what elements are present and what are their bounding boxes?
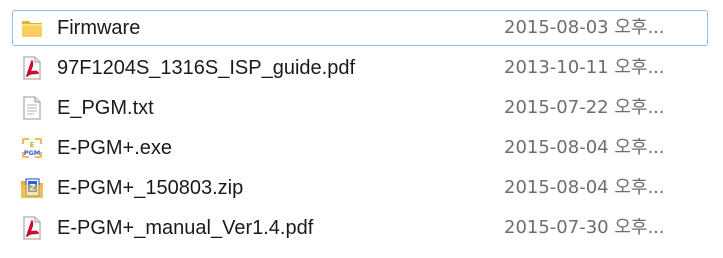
folder-icon bbox=[22, 21, 42, 37]
zip-icon: Z bbox=[21, 178, 43, 198]
file-date: 2015-07-30 오후... bbox=[504, 217, 665, 238]
file-row-e-pgm-zip[interactable]: Z E-PGM+_150803.zip 2015-08-04 오후... bbox=[12, 170, 708, 206]
file-name: Firmware bbox=[57, 17, 141, 39]
exe-pgm-icon: E PGM bbox=[21, 137, 43, 159]
file-date: 2015-07-22 오후... bbox=[504, 97, 665, 118]
text-file-icon bbox=[23, 96, 41, 120]
file-row-firmware[interactable]: Firmware 2015-08-03 오후... bbox=[12, 10, 708, 46]
file-name: 97F1204S_1316S_ISP_guide.pdf bbox=[57, 57, 356, 79]
svg-text:E: E bbox=[30, 141, 35, 149]
file-name: E-PGM+_manual_Ver1.4.pdf bbox=[57, 217, 314, 239]
file-date: 2015-08-03 오후... bbox=[504, 17, 665, 38]
file-row-e-pgm-exe[interactable]: E PGM E-PGM+.exe 2015-08-04 오후... bbox=[12, 130, 708, 166]
file-name: E-PGM+.exe bbox=[57, 137, 173, 159]
file-row-manual-pdf[interactable]: E-PGM+_manual_Ver1.4.pdf 2015-07-30 오후..… bbox=[12, 210, 708, 246]
file-name: E_PGM.txt bbox=[57, 97, 154, 119]
file-row-e-pgm-txt[interactable]: E_PGM.txt 2015-07-22 오후... bbox=[12, 90, 708, 126]
file-date: 2015-08-04 오후... bbox=[504, 137, 665, 158]
file-list: Firmware 2015-08-03 오후... 97F1204S_1316S… bbox=[0, 0, 723, 258]
file-row-isp-guide-pdf[interactable]: 97F1204S_1316S_ISP_guide.pdf 2013-10-11 … bbox=[12, 50, 708, 86]
file-name: E-PGM+_150803.zip bbox=[57, 177, 244, 199]
pdf-icon bbox=[23, 56, 41, 80]
file-date: 2015-08-04 오후... bbox=[504, 177, 665, 198]
svg-text:PGM: PGM bbox=[24, 149, 41, 157]
file-date: 2013-10-11 오후... bbox=[504, 57, 665, 78]
pdf-icon bbox=[23, 216, 41, 240]
